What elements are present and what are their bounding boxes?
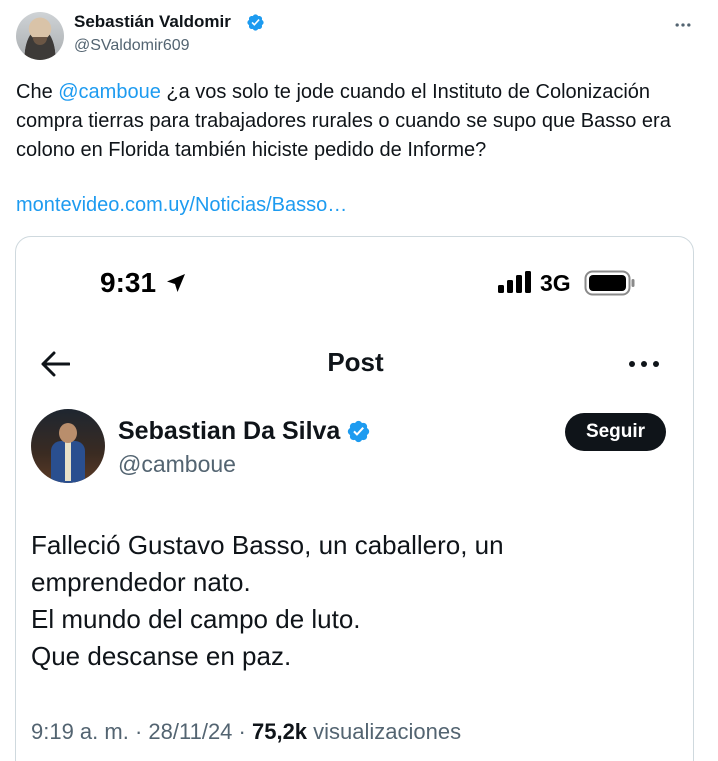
meta-separator: · [128,719,149,744]
inner-author-name[interactable]: Sebastian Da Silva [118,417,340,446]
inner-author-handle[interactable]: @camboue [118,451,236,478]
views-label: visualizaciones [313,719,462,744]
more-horizontal-icon[interactable] [626,351,662,377]
inner-post-text: Falleció Gustavo Basso, un caballero, un… [31,527,671,675]
mention-link[interactable]: @camboue [58,81,161,103]
author-name[interactable]: Sebastián Valdomir [74,12,231,32]
views-count: 75,2k [251,719,308,744]
meta-separator: · [232,719,252,744]
battery-icon [584,270,636,296]
status-bar-time: 9:31 [100,267,157,298]
signal-icon [498,271,534,293]
verified-badge-icon [246,13,265,32]
post-date[interactable]: 28/11/24 [148,719,232,744]
inner-post-line: emprendedor nato. [31,567,251,597]
tweet-text-prefix: Che [16,81,59,103]
article-link[interactable]: montevideo.com.uy/Noticias/Basso… [16,194,347,217]
embedded-screenshot[interactable]: 9:31 3G Post Sebastian Da Silva @camboue… [15,236,694,761]
post-time[interactable]: 9:19 a. m. [31,719,129,744]
page-title: Post [327,347,384,377]
inner-author-avatar[interactable] [31,409,105,483]
network-type: 3G [540,270,571,296]
tweet-text: Che @camboue ¿a vos solo te jode cuando … [16,78,696,165]
follow-button[interactable]: Seguir [565,413,666,451]
inner-post-line: Que descanse en paz. [31,641,292,671]
inner-post-line: Falleció Gustavo Basso, un caballero, un [31,530,504,560]
author-avatar[interactable] [16,12,64,60]
inner-post-line: El mundo del campo de luto. [31,604,361,634]
post-meta: 9:19 a. m. · 28/11/24 · 75,2k visualizac… [31,719,461,745]
author-handle[interactable]: @SValdomir609 [74,37,190,55]
location-arrow-icon [164,271,188,295]
verified-badge-icon [346,419,371,444]
tweet[interactable]: Sebastián Valdomir @SValdomir609 Che @ca… [0,0,718,761]
more-horizontal-icon[interactable] [670,12,696,38]
